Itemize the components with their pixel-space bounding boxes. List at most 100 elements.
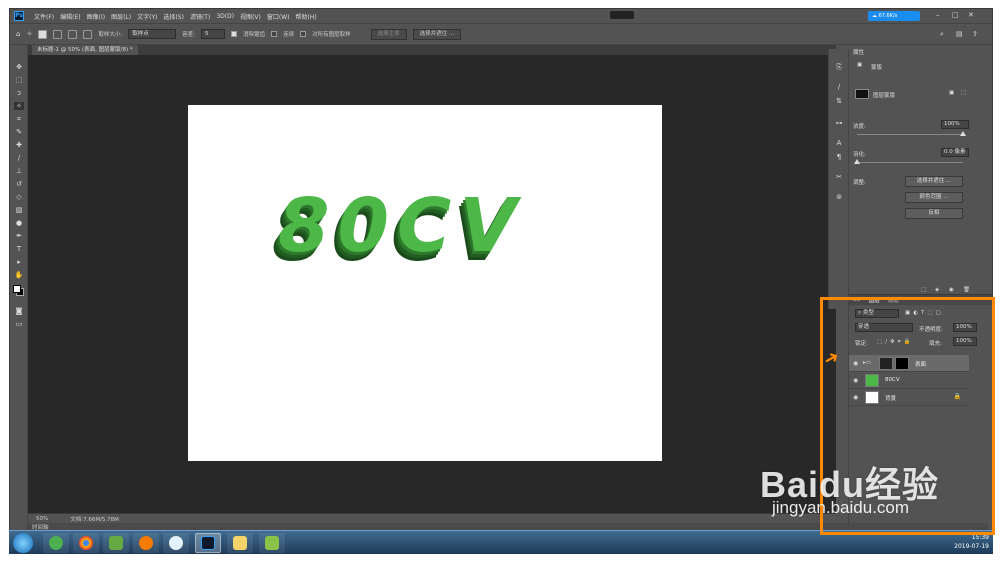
menu-type[interactable]: 文字(Y) [137,12,157,21]
menu-window[interactable]: 窗口(W) [267,12,290,21]
taskbar-firefox-icon[interactable] [133,533,159,553]
select-and-mask-button[interactable]: 选择并遮住 ... [412,28,462,40]
clock-date[interactable]: 2019-07-19 [954,542,989,551]
minimize-icon[interactable]: – [936,11,940,19]
brush-tool-icon[interactable]: ∕ [14,154,24,162]
select-and-mask-props-button[interactable]: 选择并遮住 ... [905,176,963,187]
intersect-selection-icon[interactable] [83,29,93,39]
photoshop-logo-icon: Ps [14,11,24,21]
select-subject-button[interactable]: 选择主体 [370,28,407,40]
quick-mask-icon[interactable]: ◙ [14,307,24,315]
3d-icon[interactable]: ⊚ [834,193,844,202]
taskbar-chrome-icon[interactable] [73,533,99,553]
search-icon[interactable]: ⌕ [940,30,944,39]
character-icon[interactable]: A [834,139,844,148]
move-tool-icon[interactable]: ✥ [14,63,24,71]
screen-mode-icon[interactable]: ▭ [14,320,24,328]
menu-image[interactable]: 图像(I) [87,12,105,21]
history-icon[interactable]: ⎘ [834,63,844,72]
toggle-mask-icon[interactable]: ◉ [949,287,954,293]
marquee-tool-icon[interactable]: ⬚ [14,76,24,84]
close-icon[interactable]: ✕ [968,11,974,19]
taskbar-explorer-icon[interactable] [227,533,253,553]
document-canvas[interactable]: 80CV [188,105,662,461]
color-range-button[interactable]: 颜色范围 ... [905,192,963,203]
invert-button[interactable]: 反相 [905,208,963,219]
history-brush-icon[interactable]: ↺ [14,180,24,188]
foreground-color-swatch[interactable] [13,285,21,293]
adjust-label: 调整: [853,180,866,186]
taskbar-minecraft-icon[interactable] [103,533,129,553]
apply-mask-icon[interactable]: ◈ [935,287,939,293]
type-tool-icon[interactable]: T [14,245,24,253]
start-button-icon[interactable] [13,533,33,553]
path-select-icon[interactable]: ▸ [14,258,24,266]
crop-tool-icon[interactable]: ⌗ [14,115,24,123]
cloud-speed-badge[interactable]: ☁ 67.6K/s [868,11,920,21]
menu-filter[interactable]: 滤镜(T) [190,12,210,21]
lasso-tool-icon[interactable]: ↄ [14,89,24,97]
artwork-3d-text: 80CV [278,183,525,269]
antialias-label: 消除锯齿 [243,32,266,38]
stamp-tool-icon[interactable]: ⊥ [14,167,24,175]
tools-panel: ✥ ⬚ ↄ ✧ ⌗ ✎ ✚ ∕ ⊥ ↺ ◇ ▧ ● ✒ T ▸ ✋ ⌕ ◙ ▭ [10,45,28,535]
all-layers-checkbox[interactable] [300,31,307,37]
taskbar-app-icon[interactable] [259,533,285,553]
taskbar-photoshop-icon[interactable] [195,533,221,553]
adjustments-icon[interactable]: ⇅ [834,97,844,106]
mask-thumbnail [855,89,869,99]
restore-icon[interactable]: □ [952,11,959,19]
pen-tool-icon[interactable]: ✒ [14,232,24,240]
healing-tool-icon[interactable]: ✚ [14,141,24,149]
tolerance-label: 容差: [182,32,196,38]
title-badge [610,11,634,19]
share-icon[interactable]: ⇪ [972,30,978,38]
properties-tab[interactable]: 属性 [851,49,864,58]
density-slider[interactable] [857,131,966,136]
menu-view[interactable]: 视图(V) [240,12,261,21]
density-slider-knob[interactable] [959,131,966,136]
feather-label: 羽化: [853,152,866,158]
zoom-level[interactable]: 50% [36,516,48,522]
contiguous-checkbox[interactable] [271,31,278,37]
density-input[interactable]: 100% [941,120,969,129]
cloud-speed-text: 67.6K/s [878,13,898,19]
brush-settings-icon[interactable]: ∕ [834,83,844,92]
system-tray: 15:39 2019-07-19 [954,533,989,551]
home-icon[interactable]: ⌂ [16,30,20,38]
tools-preset-icon[interactable]: ✂ [834,173,844,182]
taskbar-360-icon[interactable] [43,533,69,553]
antialias-checkbox[interactable] [231,31,238,37]
menu-edit[interactable]: 编辑(E) [60,12,80,21]
document-tab[interactable]: 未标题-1 @ 50% (表面, 图层蒙版/8) * [32,45,138,55]
pixel-mask-icon[interactable]: ▣ [949,90,954,96]
magic-wand-tool-icon[interactable]: ✧ [14,102,24,110]
taskbar-baidu-netdisk-icon[interactable] [163,533,189,553]
subtract-selection-icon[interactable] [68,29,78,39]
dodge-tool-icon[interactable]: ● [14,219,24,227]
vector-mask-icon[interactable]: ⬚ [961,90,966,96]
gradient-tool-icon[interactable]: ▧ [14,206,24,214]
feather-slider-knob[interactable] [853,159,860,164]
menu-3d[interactable]: 3D(D) [216,13,234,20]
delete-mask-icon[interactable]: 🗑 [963,287,970,293]
magic-wand-icon[interactable]: ✧ [26,30,32,38]
eraser-tool-icon[interactable]: ◇ [14,193,24,201]
canvas-workspace[interactable]: 80CV [28,55,836,513]
tolerance-input[interactable]: 5 [201,29,226,39]
workspace-icon[interactable]: ▤ [956,30,963,38]
sample-size-select[interactable]: 取样点 [128,29,177,39]
clone-source-icon[interactable]: ⊶ [834,119,844,128]
feather-input[interactable]: 0.0 像素 [941,148,969,157]
eyedropper-tool-icon[interactable]: ✎ [14,128,24,136]
add-selection-icon[interactable] [53,29,63,39]
load-selection-icon[interactable]: ⬚ [921,287,926,293]
menu-select[interactable]: 选择(S) [163,12,184,21]
menu-layer[interactable]: 图层(L) [111,12,131,21]
new-selection-icon[interactable] [38,29,48,39]
contiguous-label: 连续 [283,32,295,38]
feather-slider[interactable] [853,159,963,164]
menu-help[interactable]: 帮助(H) [296,12,317,21]
menu-file[interactable]: 文件(F) [34,12,54,21]
paragraph-icon[interactable]: ¶ [834,153,844,162]
